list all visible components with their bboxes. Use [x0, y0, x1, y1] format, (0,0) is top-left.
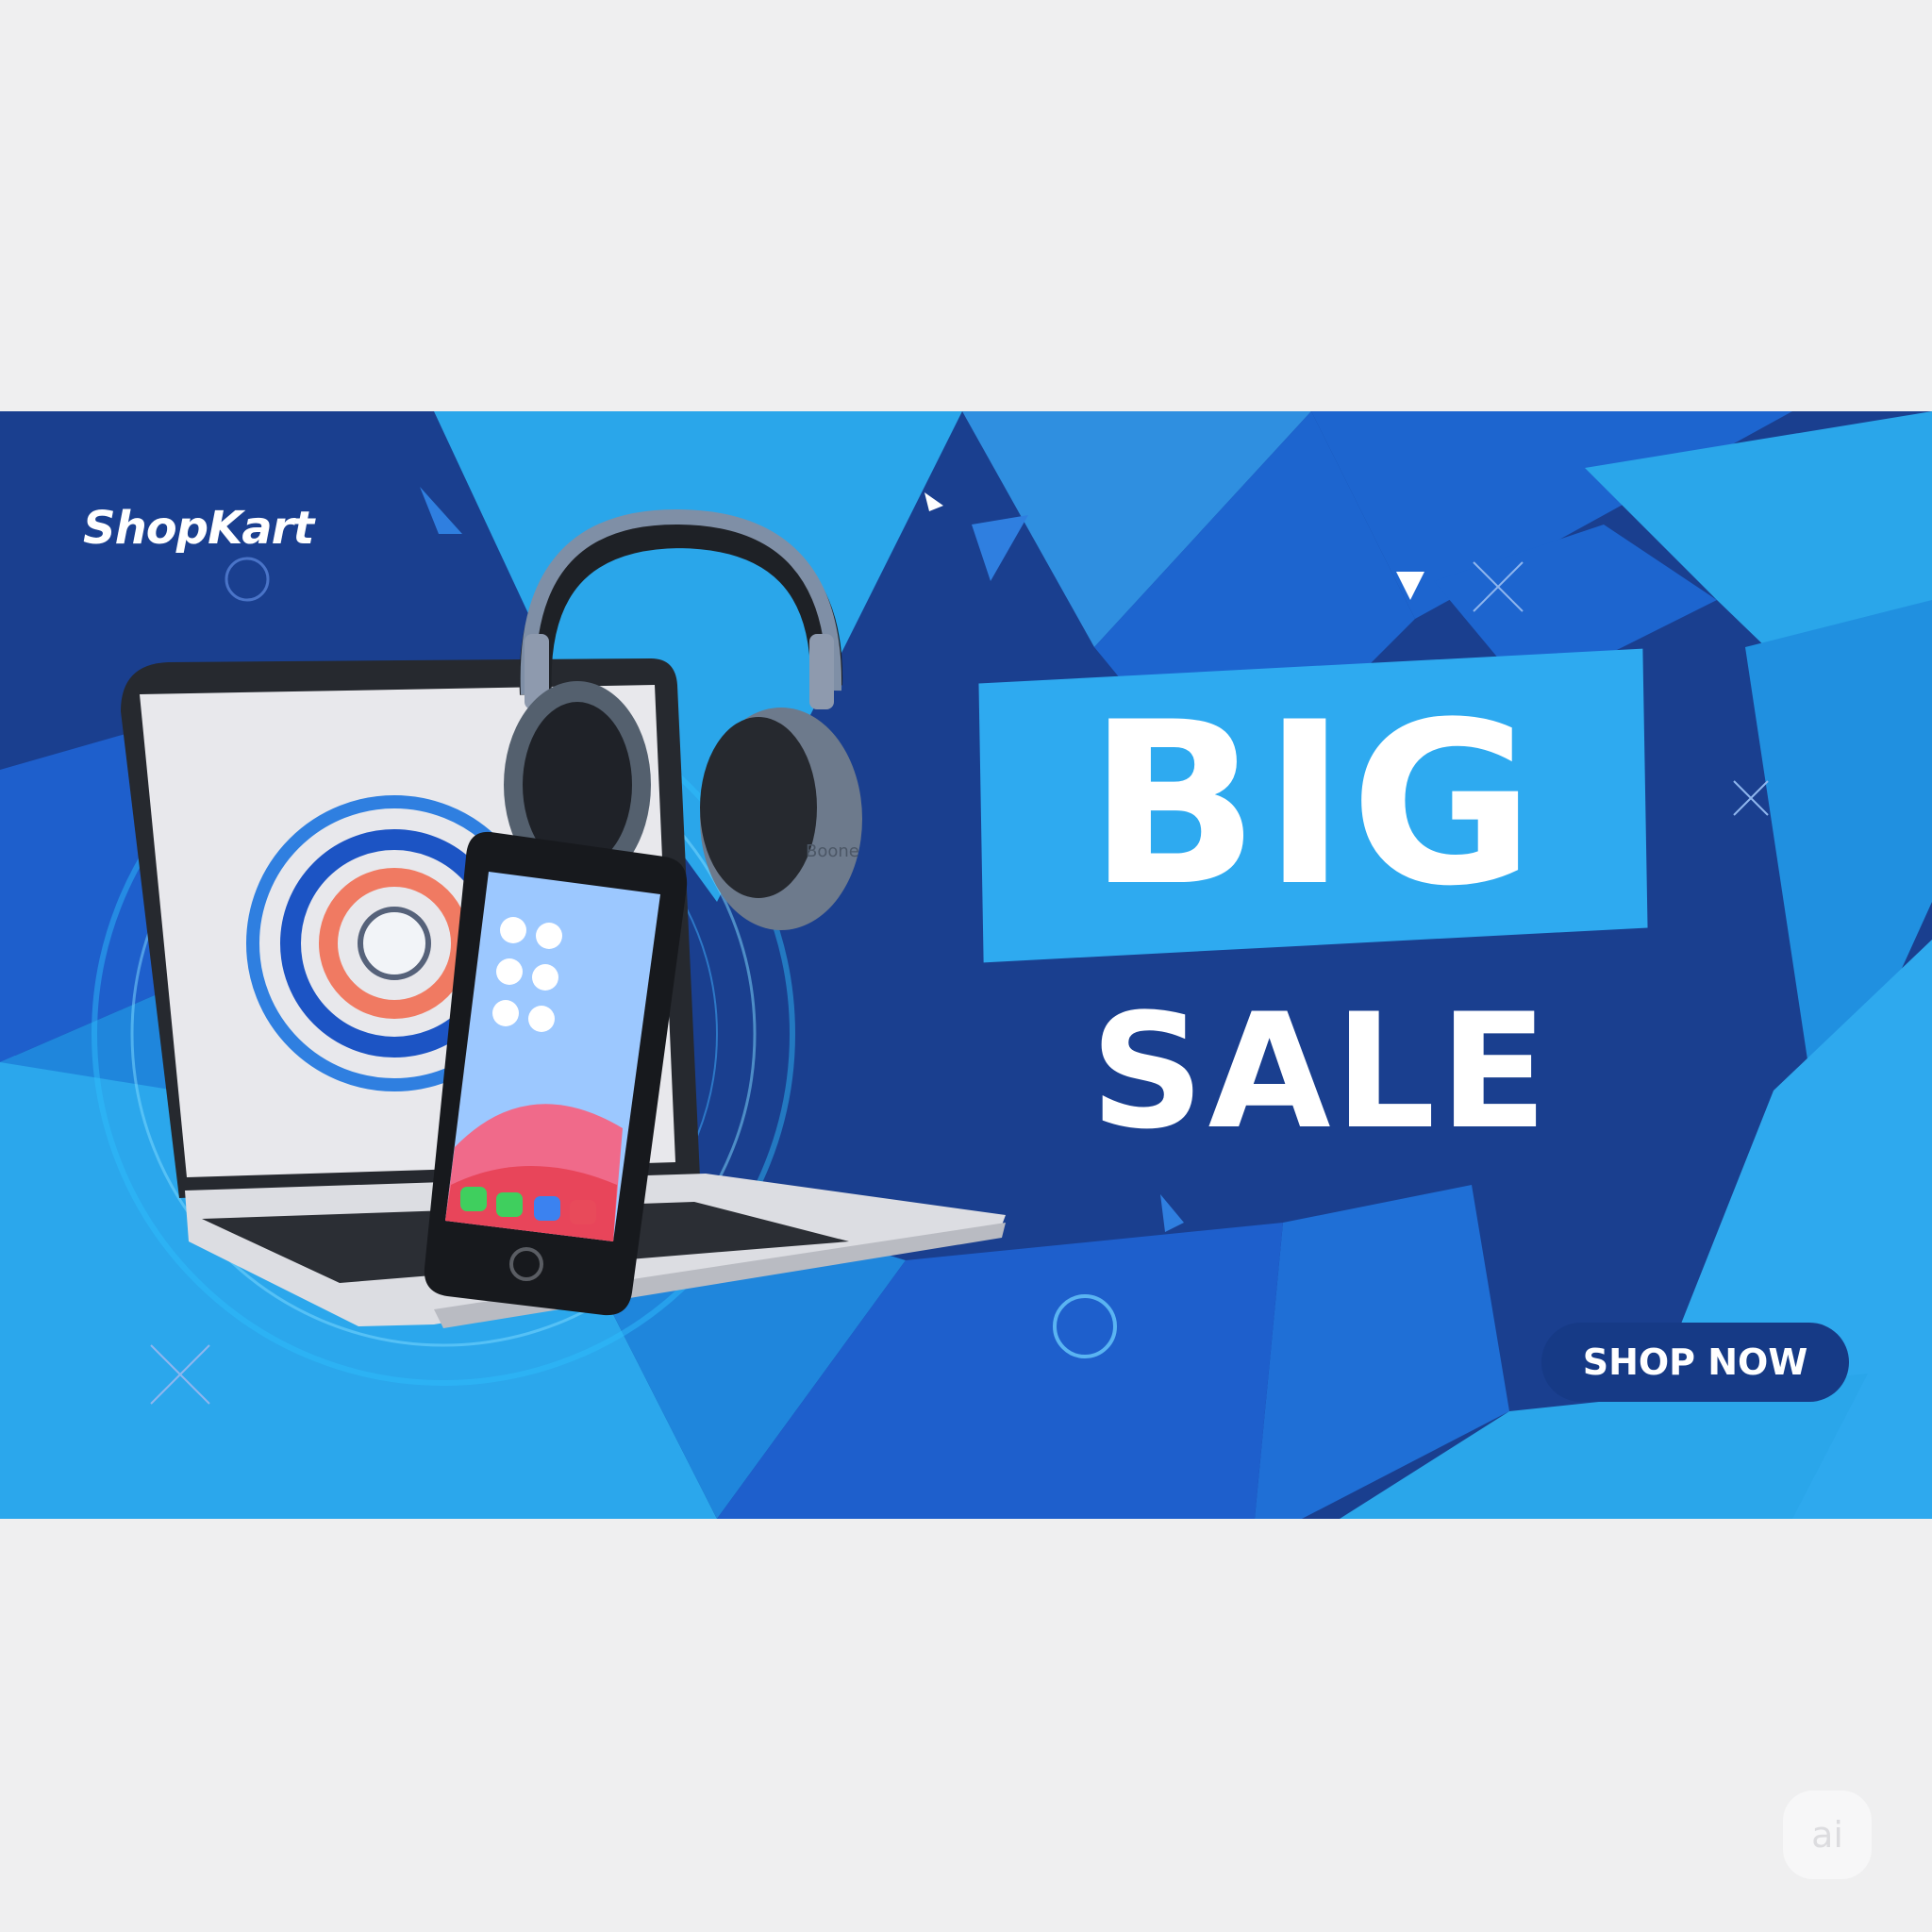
sale-banner: ShopKart Boone BIG SALE SHOP NOW — [0, 411, 1932, 1519]
subheadline-text: SALE — [1090, 979, 1552, 1164]
headphone-brand-text: Boone — [806, 841, 859, 861]
shop-now-button[interactable]: SHOP NOW — [1541, 1323, 1849, 1402]
product-illustration: Boone — [92, 508, 1006, 1386]
headline-text: BIG — [1088, 675, 1539, 936]
ai-watermark: ai — [1783, 1790, 1872, 1879]
